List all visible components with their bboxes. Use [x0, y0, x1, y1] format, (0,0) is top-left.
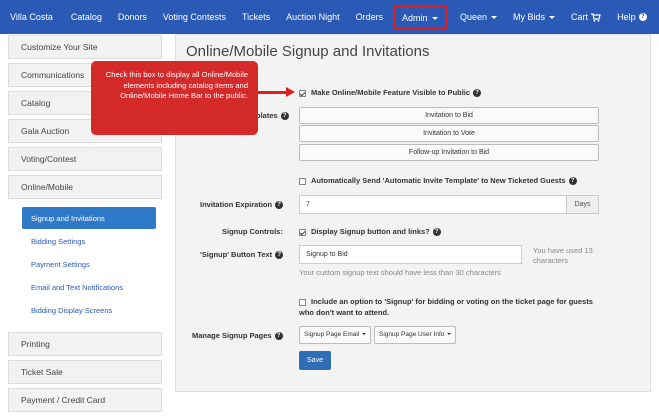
signup-page-email-label: Signup Page Email [304, 331, 360, 338]
sidebar-item-printing[interactable]: Printing [8, 332, 162, 356]
question-icon: ? [274, 332, 283, 341]
question-icon: ? [432, 228, 441, 237]
signup-page-email-dropdown[interactable]: Signup Page Email [299, 326, 372, 344]
callout-tooltip: Check this box to display all Online/Mob… [91, 61, 258, 135]
page-title: Online/Mobile Signup and Invitations [186, 43, 430, 60]
signup-controls-label: Signup Controls: [222, 227, 283, 236]
manage-pages-label: Manage Signup Pages [192, 331, 272, 340]
templates-label-text: plates [256, 111, 278, 120]
expiration-label: Invitation Expiration [200, 200, 273, 209]
nav-help-label: Help [617, 12, 636, 22]
make-visible-label: Make Online/Mobile Feature Visible to Pu… [311, 88, 471, 97]
auto-send-label: Automatically Send 'Automatic Invite Tem… [311, 176, 566, 185]
question-icon: ? [275, 201, 284, 210]
nav-donors[interactable]: Donors [110, 0, 155, 34]
nav-admin-dropdown[interactable]: Admin [393, 6, 447, 30]
make-visible-checkbox[interactable] [299, 89, 306, 97]
chevron-down-icon [431, 16, 438, 20]
display-signup-label: Display Signup button and links? [311, 227, 430, 236]
signup-text-counter: You have used 13 characters [533, 246, 593, 265]
signup-page-user-info-label: Signup Page User Info [379, 331, 445, 338]
signup-text-hint: Your custom signup text should have less… [299, 268, 501, 277]
callout-arrow-head [286, 87, 295, 97]
nav-voting-contests[interactable]: Voting Contests [155, 0, 234, 34]
chevron-down-icon [549, 15, 556, 19]
expiration-input[interactable]: 7 [299, 195, 567, 214]
include-option-row: Include an option to 'Signup' for biddin… [299, 296, 599, 318]
question-icon: ? [275, 251, 284, 260]
sidebar-subitem-bidding-display-screens[interactable]: Bidding Display Screens [22, 299, 156, 321]
nav-my-bids-label: My Bids [513, 12, 546, 22]
brand-link[interactable]: Villa Costa [0, 0, 63, 34]
templates-label: plates? [256, 111, 289, 121]
signup-text-label: 'Signup' Button Text [200, 250, 273, 259]
followup-invitation-button[interactable]: Follow-up Invitation to Bid [299, 144, 599, 161]
save-button[interactable]: Save [299, 351, 331, 370]
nav-tickets[interactable]: Tickets [234, 0, 278, 34]
question-icon: ? [280, 112, 289, 121]
nav-help[interactable]: Help ? [609, 0, 655, 34]
signup-text-label-row: 'Signup' Button Text? [200, 250, 284, 260]
nav-cart[interactable]: Cart [563, 0, 609, 34]
sidebar-item-online-mobile[interactable]: Online/Mobile [8, 175, 162, 199]
callout-arrow [258, 91, 288, 94]
display-signup-row: Display Signup button and links?? [299, 227, 441, 237]
auto-send-checkbox[interactable] [299, 177, 306, 185]
expiration-unit: Days [566, 195, 599, 214]
question-icon: ? [638, 13, 647, 21]
chevron-down-icon [447, 333, 452, 336]
include-option-checkbox[interactable] [299, 298, 306, 306]
sidebar-item-ticket-sale[interactable]: Ticket Sale [8, 360, 162, 384]
nav-catalog[interactable]: Catalog [63, 0, 110, 34]
sidebar-subitem-email-text-notifications[interactable]: Email and Text Notifications [22, 276, 156, 298]
chevron-down-icon [362, 333, 367, 336]
nav-queen-label: Queen [460, 12, 488, 22]
sidebar-submenu: Signup and Invitations Bidding Settings … [8, 203, 162, 328]
display-signup-checkbox[interactable] [299, 228, 306, 236]
auto-send-row: Automatically Send 'Automatic Invite Tem… [299, 176, 577, 186]
question-icon: ? [568, 177, 577, 186]
signup-page-user-info-dropdown[interactable]: Signup Page User Info [374, 326, 457, 344]
expiration-label-row: Invitation Expiration? [200, 200, 284, 210]
manage-pages-label-row: Manage Signup Pages? [192, 331, 283, 341]
sidebar-item-customize-site[interactable]: Customize Your Site [8, 35, 162, 59]
nav-cart-label: Cart [571, 12, 589, 22]
nav-auction-night[interactable]: Auction Night [278, 0, 348, 34]
question-icon: ? [473, 89, 482, 98]
sidebar-subitem-payment-settings[interactable]: Payment Settings [22, 253, 156, 275]
signup-text-input[interactable]: Signup to Bid [299, 245, 522, 264]
sidebar-item-voting-contest[interactable]: Voting/Contest [8, 147, 162, 171]
invitation-to-vote-button[interactable]: Invitation to Vote [299, 125, 599, 142]
nav-my-bids-dropdown[interactable]: My Bids [505, 0, 563, 34]
nav-queen-dropdown[interactable]: Queen [452, 0, 505, 34]
nav-orders[interactable]: Orders [348, 0, 392, 34]
sidebar-item-payment-credit-card[interactable]: Payment / Credit Card [8, 388, 162, 412]
sidebar-subitem-bidding-settings[interactable]: Bidding Settings [22, 230, 156, 252]
cart-icon [591, 12, 601, 22]
chevron-down-icon [491, 15, 498, 19]
nav-admin-label: Admin [402, 13, 428, 23]
invitation-to-bid-button[interactable]: Invitation to Bid [299, 107, 599, 124]
sidebar-subitem-signup-invitations[interactable]: Signup and Invitations [22, 207, 156, 229]
include-option-label: Include an option to 'Signup' for biddin… [299, 297, 593, 317]
make-visible-row: Make Online/Mobile Feature Visible to Pu… [299, 88, 482, 98]
